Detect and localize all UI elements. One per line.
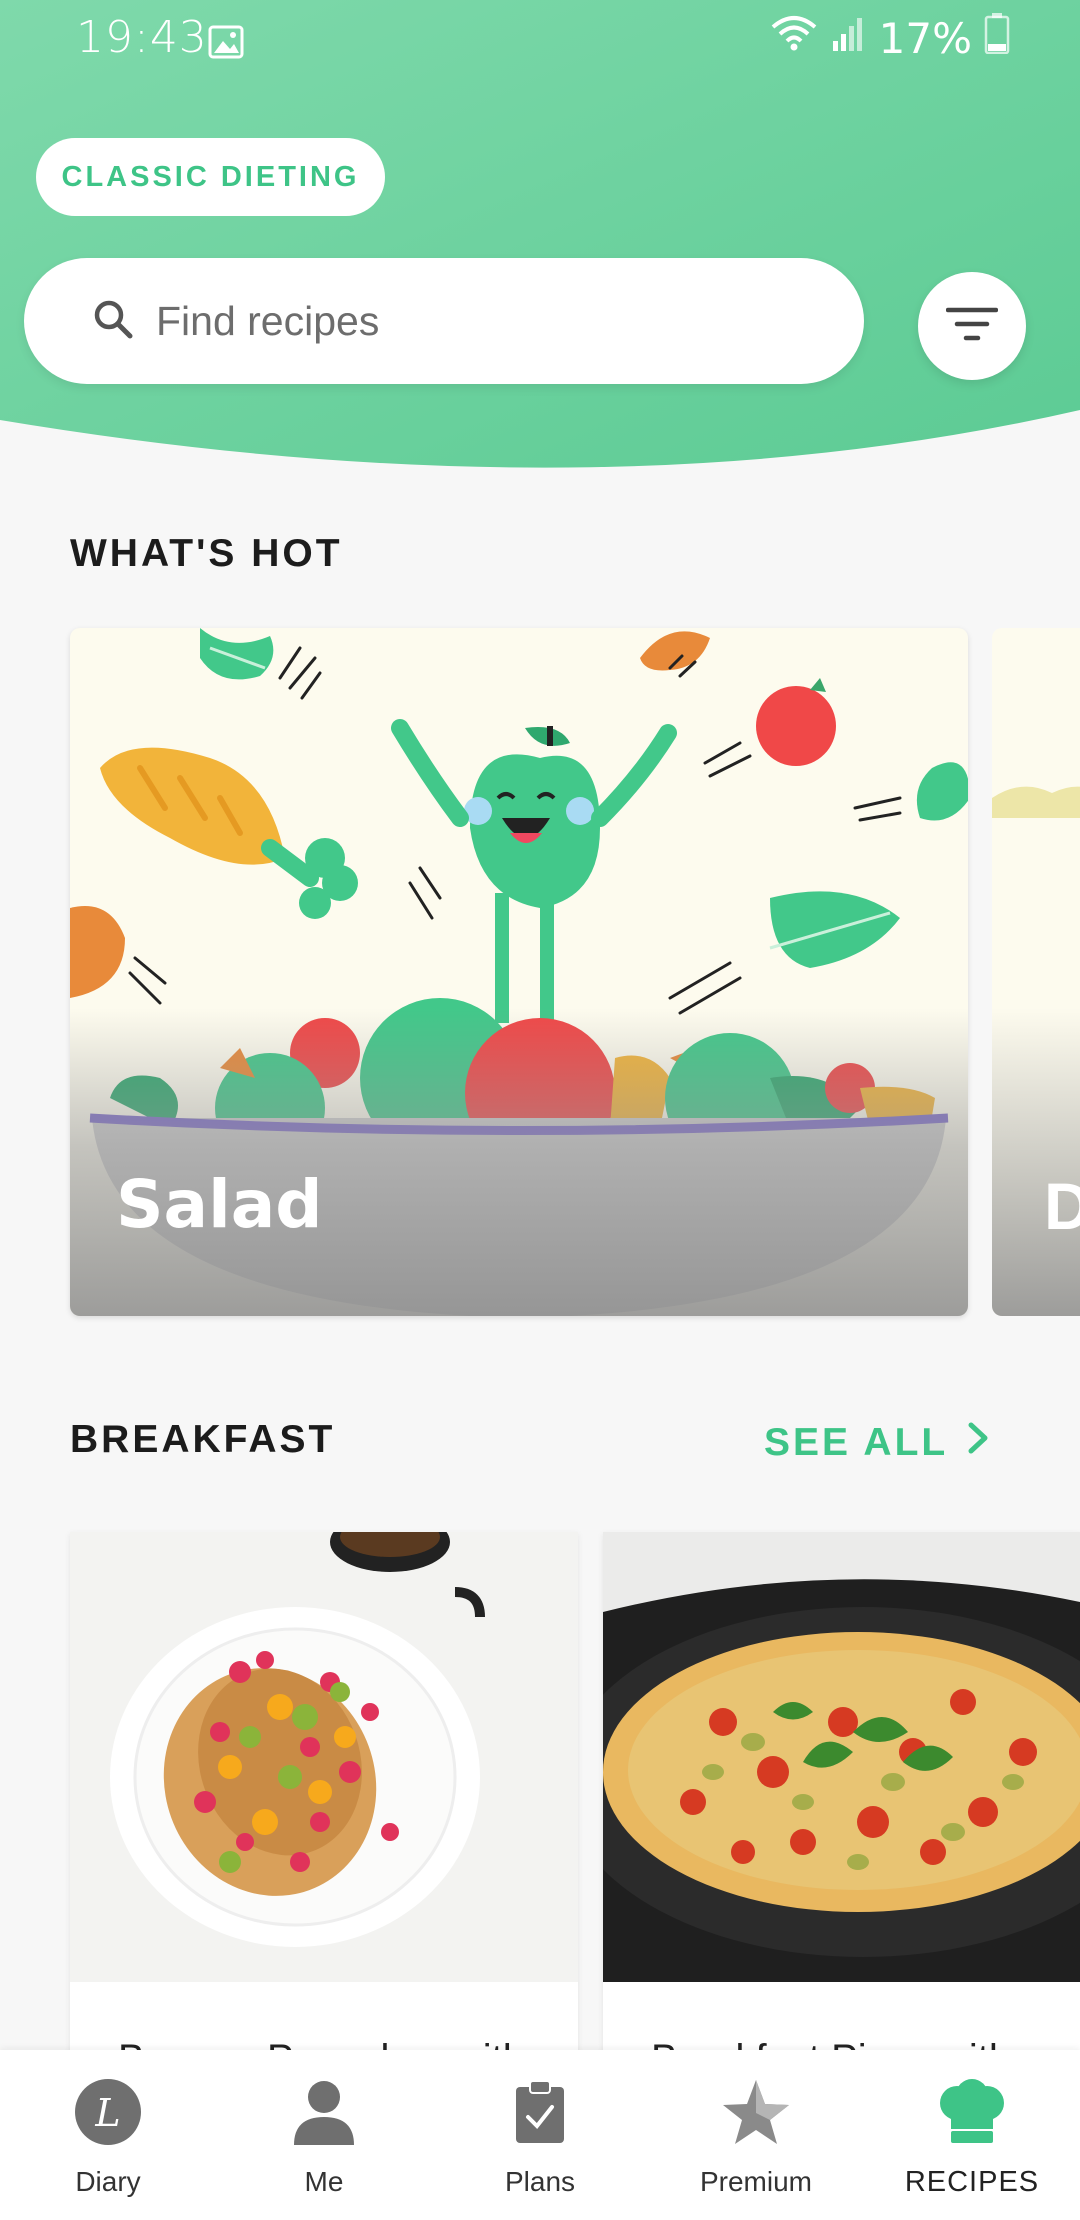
chef-hat-icon: [937, 2076, 1007, 2148]
filter-button[interactable]: [918, 272, 1026, 380]
nav-me[interactable]: Me: [216, 2050, 432, 2220]
status-bar: 19:43 17%: [0, 0, 1080, 72]
nav-label: RECIPES: [904, 2166, 1040, 2198]
person-icon: [292, 2076, 356, 2148]
nav-diary[interactable]: L Diary: [0, 2050, 216, 2220]
search-input[interactable]: [156, 286, 836, 356]
battery-icon: [984, 12, 1010, 65]
header: 19:43 17% CLASSIC DIETING: [0, 0, 1080, 480]
wifi-icon: [769, 13, 819, 64]
recipe-image-pancakes: [70, 1532, 578, 1982]
see-all-button[interactable]: SEE ALL: [764, 1420, 990, 1466]
hot-card-overlay: [70, 1008, 968, 1316]
image-icon: [208, 20, 244, 70]
recipe-card-pizza[interactable]: Breakfast Pizza with: [603, 1532, 1080, 2072]
star-icon: [721, 2076, 791, 2148]
nav-label: Me: [304, 2166, 344, 2197]
hot-card-label: Salad: [116, 1166, 323, 1243]
clipboard-icon: [514, 2076, 566, 2148]
nav-recipes[interactable]: RECIPES: [864, 2050, 1080, 2220]
status-time: 19:43: [76, 12, 208, 63]
nav-label: Plans: [504, 2166, 576, 2197]
header-background: [0, 0, 1080, 468]
hot-card-next-overlay: [992, 1008, 1080, 1316]
hot-card-next[interactable]: D: [992, 628, 1080, 1316]
diary-icon: L: [74, 2076, 142, 2148]
next-card-illustration: [992, 786, 1080, 818]
nav-label: Premium: [699, 2166, 812, 2197]
recipe-image-pizza: [603, 1532, 1080, 1982]
nav-label: Diary: [75, 2166, 141, 2197]
search-bar[interactable]: [24, 258, 864, 384]
battery-percent: 17%: [878, 14, 972, 63]
hot-card-salad[interactable]: Salad: [70, 628, 968, 1316]
diet-type-button[interactable]: CLASSIC DIETING: [36, 138, 385, 216]
whats-hot-title: WHAT'S HOT: [70, 532, 343, 575]
bottom-nav: L Diary Me Plans Premium RECIPES: [0, 2050, 1080, 2220]
nav-plans[interactable]: Plans: [432, 2050, 648, 2220]
see-all-label: SEE ALL: [764, 1421, 949, 1464]
breakfast-title: BREAKFAST: [70, 1418, 336, 1461]
chevron-right-icon: [966, 1420, 990, 1466]
hot-card-next-label: D: [1044, 1169, 1080, 1243]
recipe-card-pancakes[interactable]: Banana Pancakes with: [70, 1532, 578, 2072]
search-icon: [92, 298, 136, 347]
signal-icon: [831, 14, 867, 64]
filter-icon: [945, 304, 999, 349]
svg-text:L: L: [94, 2091, 120, 2135]
nav-premium[interactable]: Premium: [648, 2050, 864, 2220]
